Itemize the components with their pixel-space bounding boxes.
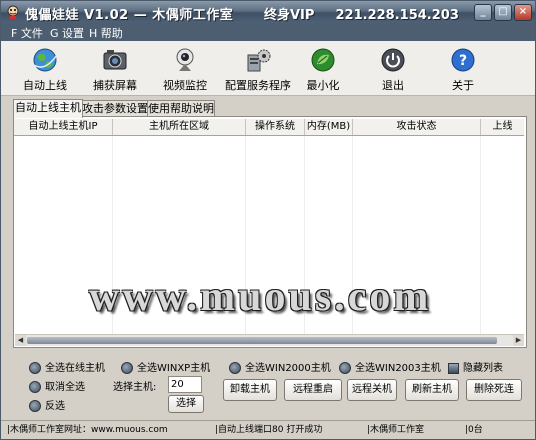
column-header-ip[interactable]: 自动上线主机IP bbox=[14, 119, 113, 135]
maximize-button[interactable]: □ bbox=[494, 4, 512, 21]
capture-screen-label: 捕获屏幕 bbox=[93, 79, 137, 92]
status-website: |木偶师工作室网址：www.muous.com bbox=[7, 425, 168, 435]
watermark-text: www.muous.com bbox=[89, 274, 432, 320]
deselect-all-label: 取消全选 bbox=[45, 382, 85, 393]
title-separator: — bbox=[133, 8, 148, 23]
remote-shutdown-button[interactable]: 远程关机 bbox=[347, 379, 397, 401]
control-panel: 全选在线主机 全选WINXP主机 全选WIN2000主机 全选WIN2003主机… bbox=[1, 349, 535, 419]
scroll-left-icon[interactable]: ◀ bbox=[15, 335, 26, 346]
globe-icon bbox=[33, 48, 58, 72]
menu-bar: F 文件 G 设置 H 帮助 bbox=[1, 23, 535, 41]
minimize-button[interactable]: _ bbox=[474, 4, 492, 21]
radio-dot-icon bbox=[29, 381, 41, 393]
screen-capture-icon bbox=[103, 50, 127, 70]
window-title: 傀儡娃娃 V1.02 — 木偶师工作室 bbox=[25, 4, 233, 23]
exit-label: 退出 bbox=[382, 79, 404, 92]
minimize-tool-label: 最小化 bbox=[306, 79, 340, 92]
column-divider bbox=[480, 136, 481, 334]
radio-dot-icon bbox=[229, 362, 241, 374]
column-header-online[interactable]: 上线 bbox=[481, 119, 524, 135]
hide-list-label: 隐藏列表 bbox=[463, 363, 503, 374]
column-header-attack-status[interactable]: 攻击状态 bbox=[353, 119, 481, 135]
status-bar: |木偶师工作室网址：www.muous.com |自动上线端口80 打开成功 |… bbox=[1, 420, 535, 439]
webcam-icon bbox=[176, 48, 194, 71]
config-service-button[interactable]: 配置服务程序 bbox=[221, 44, 295, 94]
app-logo-icon bbox=[7, 5, 19, 19]
select-all-win2003-label: 全选WIN2003主机 bbox=[355, 363, 441, 374]
radio-dot-icon bbox=[121, 362, 133, 374]
video-monitor-label: 视频监控 bbox=[163, 79, 207, 92]
config-service-label: 配置服务程序 bbox=[225, 79, 291, 92]
invert-selection-label: 反选 bbox=[45, 401, 65, 412]
tab-auto-online-hosts[interactable]: 自动上线主机 bbox=[13, 99, 83, 118]
vip-label: 终身VIP bbox=[264, 8, 315, 23]
refresh-hosts-button[interactable]: 刷新主机 bbox=[405, 379, 459, 401]
minimize-leaf-icon bbox=[311, 48, 335, 72]
select-all-online-label: 全选在线主机 bbox=[45, 363, 105, 374]
vip-info: 终身VIP 221.228.154.203 bbox=[264, 4, 459, 23]
select-all-winxp-label: 全选WINXP主机 bbox=[137, 363, 211, 374]
remove-dead-button[interactable]: 删除死连 bbox=[466, 379, 522, 401]
menu-file[interactable]: F 文件 bbox=[11, 25, 43, 41]
tab-attack-settings[interactable]: 攻击参数设置 bbox=[81, 100, 149, 117]
about-button[interactable]: ? 关于 bbox=[429, 44, 497, 94]
deselect-all-option[interactable]: 取消全选 bbox=[29, 378, 85, 393]
column-header-os[interactable]: 操作系统 bbox=[246, 119, 305, 135]
radio-dot-icon bbox=[29, 362, 41, 374]
menu-help[interactable]: H 帮助 bbox=[89, 25, 123, 41]
select-hosts-label: 选择主机: bbox=[113, 382, 157, 393]
video-monitor-button[interactable]: 视频监控 bbox=[151, 44, 219, 94]
status-count: |0台 bbox=[465, 425, 483, 435]
auto-online-label: 自动上线 bbox=[23, 79, 67, 92]
auto-online-button[interactable]: 自动上线 bbox=[11, 44, 79, 94]
power-icon bbox=[381, 48, 405, 72]
column-header-region[interactable]: 主机所在区域 bbox=[113, 119, 246, 135]
select-all-winxp-option[interactable]: 全选WINXP主机 bbox=[121, 359, 210, 374]
column-header-memory[interactable]: 内存(MB) bbox=[305, 119, 353, 135]
list-header: 自动上线主机IP 主机所在区域 操作系统 内存(MB) 攻击状态 上线 bbox=[14, 119, 524, 136]
invert-selection-option[interactable]: 反选 bbox=[29, 397, 65, 412]
maximize-icon: □ bbox=[498, 6, 508, 17]
scroll-thumb[interactable] bbox=[27, 337, 497, 344]
title-bar[interactable]: 傀儡娃娃 V1.02 — 木偶师工作室 终身VIP 221.228.154.20… bbox=[1, 1, 535, 23]
select-button[interactable]: 选择 bbox=[168, 395, 204, 413]
horizontal-scrollbar[interactable]: ◀ ▶ bbox=[15, 334, 524, 346]
server-config-icon bbox=[247, 49, 271, 72]
minimize-tool-button[interactable]: 最小化 bbox=[289, 44, 357, 94]
capture-screen-button[interactable]: 捕获屏幕 bbox=[81, 44, 149, 94]
app-name: 傀儡娃娃 V1.02 bbox=[25, 8, 129, 23]
status-studio: |木偶师工作室 bbox=[367, 425, 425, 435]
scroll-right-icon[interactable]: ▶ bbox=[513, 335, 524, 346]
tab-usage-help[interactable]: 使用帮助说明 bbox=[147, 100, 215, 117]
select-all-win2000-option[interactable]: 全选WIN2000主机 bbox=[229, 359, 331, 374]
select-all-win2000-label: 全选WIN2000主机 bbox=[245, 363, 331, 374]
svg-text:?: ? bbox=[459, 53, 467, 69]
menu-settings[interactable]: G 设置 bbox=[50, 25, 84, 41]
toolbar: 自动上线 捕获屏幕 视频监控 配置服务程序 最小化 退出 ? 关于 bbox=[1, 41, 535, 96]
status-port: |自动上线端口80 打开成功 bbox=[215, 425, 323, 435]
remote-restart-button[interactable]: 远程重启 bbox=[284, 379, 342, 401]
help-icon: ? bbox=[451, 48, 475, 72]
about-label: 关于 bbox=[452, 79, 474, 92]
exit-button[interactable]: 退出 bbox=[359, 44, 427, 94]
unload-host-button[interactable]: 卸载主机 bbox=[223, 379, 277, 401]
select-all-online-option[interactable]: 全选在线主机 bbox=[29, 359, 105, 374]
close-icon: × bbox=[518, 6, 528, 17]
radio-dot-icon bbox=[29, 400, 41, 412]
main-window: 傀儡娃娃 V1.02 — 木偶师工作室 终身VIP 221.228.154.20… bbox=[0, 0, 536, 440]
minimize-icon: _ bbox=[480, 6, 486, 17]
close-button[interactable]: × bbox=[514, 4, 532, 21]
studio-name: 木偶师工作室 bbox=[152, 8, 234, 23]
select-all-win2003-option[interactable]: 全选WIN2003主机 bbox=[339, 359, 441, 374]
hide-list-checkbox[interactable]: 隐藏列表 bbox=[448, 359, 503, 374]
radio-dot-icon bbox=[339, 362, 351, 374]
checkbox-icon bbox=[448, 362, 459, 374]
select-hosts-input[interactable]: 20 bbox=[168, 376, 202, 393]
ip-address: 221.228.154.203 bbox=[335, 8, 459, 23]
